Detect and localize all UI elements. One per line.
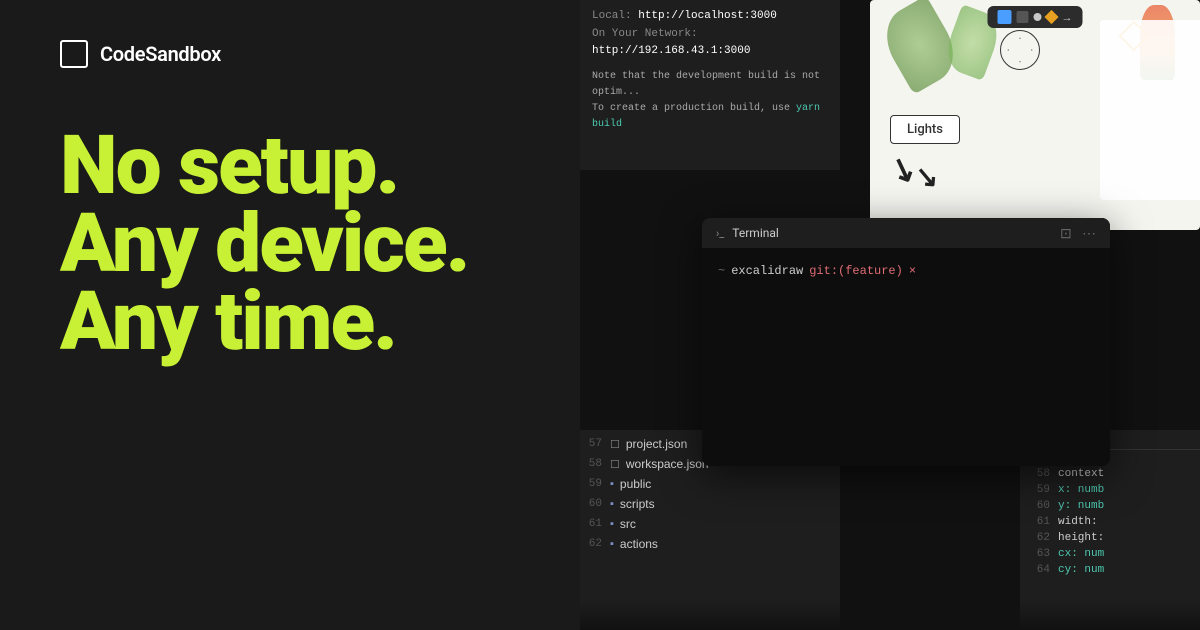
folder-name-actions: actions (620, 537, 658, 551)
hero-tagline: No setup. Any device. Any time. (60, 128, 540, 362)
folder-icon-actions: ▪ (610, 538, 614, 550)
logo-container: CodeSandbox (60, 40, 540, 68)
prompt-arrow: ~ (718, 262, 725, 280)
terminal-expand-button[interactable]: ⊡ (1060, 226, 1074, 240)
folder-icon-scripts: ▪ (610, 498, 614, 510)
geometric-circle (1000, 30, 1040, 70)
hero-line2: Any device. (60, 206, 540, 284)
code-line-63: 63cx: num (1020, 546, 1200, 562)
floating-terminal: ›_ Terminal ⊡ ⋯ ~ excalidraw git:(featur… (702, 218, 1110, 466)
code-line-58: 58context (1020, 466, 1200, 482)
terminal-body: ~ excalidraw git:(feature) × (702, 248, 1110, 294)
hero-section: CodeSandbox No setup. Any device. Any ti… (0, 0, 600, 630)
codesandbox-logo-icon (60, 40, 88, 68)
prompt-x: × (909, 262, 916, 280)
local-label: Local: (592, 10, 632, 22)
yarn-link: yarn build (592, 103, 820, 130)
local-url: http://localhost:3000 (638, 10, 777, 22)
code-line-62: 62height: (1020, 530, 1200, 546)
right-panel: Local: http://localhost:3000 On Your Net… (580, 0, 1200, 630)
terminal-titlebar: ›_ Terminal ⊡ ⋯ (702, 218, 1110, 248)
stop-tool-icon[interactable] (1017, 11, 1029, 23)
file-icon-2: ☐ (610, 458, 620, 471)
dev-server-terminal: Local: http://localhost:3000 On Your Net… (580, 0, 840, 170)
network-label: On Your Network: (592, 28, 698, 40)
terminal-more-button[interactable]: ⋯ (1082, 226, 1096, 240)
code-line-59: 59x: numb (1020, 482, 1200, 498)
file-icon: ☐ (610, 438, 620, 451)
play-tool-icon[interactable] (998, 10, 1012, 24)
file-tree-row-62: 62 ▪ actions (580, 534, 840, 554)
folder-icon-public: ▪ (610, 478, 614, 490)
terminal-title-text: Terminal (732, 226, 779, 240)
hero-line1: No setup. (60, 128, 540, 206)
file-name-project-json: project.json (626, 437, 687, 451)
hero-line3: Any time. (60, 284, 540, 362)
folder-name-src: src (620, 517, 636, 531)
network-url: http://192.168.43.1:3000 (592, 45, 750, 57)
folder-icon-src: ▪ (610, 518, 614, 530)
diamond-tool-icon[interactable] (1044, 10, 1058, 24)
lights-button[interactable]: Lights (890, 115, 960, 144)
file-tree-row-60: 60 ▪ scripts (580, 494, 840, 514)
geometric-inner (1008, 38, 1033, 63)
file-tree-row-61: 61 ▪ src (580, 514, 840, 534)
excalidraw-screenshot: → Lights ↘ ↘ (870, 0, 1200, 230)
folder-name-scripts: scripts (620, 497, 655, 511)
arrow-decoration-2: ↘ (914, 159, 940, 194)
code-line-61: 61width: (1020, 514, 1200, 530)
brand-name: CodeSandbox (100, 42, 221, 66)
folder-name-public: public (620, 477, 651, 491)
prompt-directory: excalidraw (731, 262, 803, 280)
code-line-64: 64cy: num (1020, 562, 1200, 578)
prompt-git-branch: git:(feature) (809, 262, 903, 280)
file-name-workspace-json: workspace.json (626, 457, 709, 471)
card-overlay (1100, 20, 1200, 200)
file-tree-row-59: 59 ▪ public (580, 474, 840, 494)
dot-tool-icon[interactable] (1034, 13, 1042, 21)
code-line-60: 60y: numb (1020, 498, 1200, 514)
terminal-prompt-icon: ›_ (716, 227, 724, 240)
terminal-note: Note that the development build is not o… (592, 69, 828, 133)
arrow-tool-icon[interactable]: → (1062, 11, 1073, 24)
